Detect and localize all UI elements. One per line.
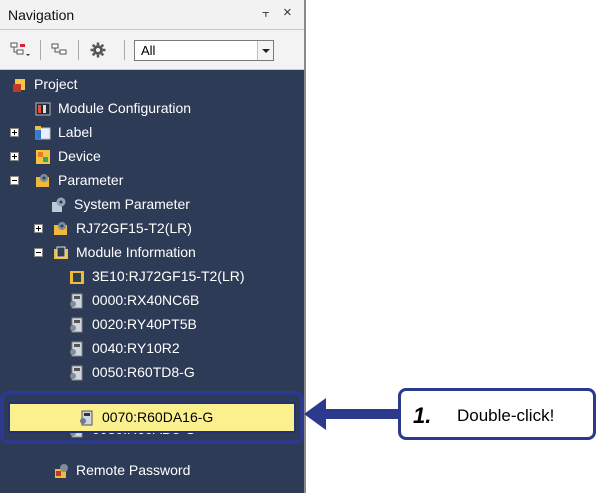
module-icon xyxy=(70,293,83,309)
tree-view-dropdown-icon[interactable] xyxy=(8,40,30,60)
tree-item-module-selected[interactable]: 0070:R60DA16-G xyxy=(8,402,296,433)
expand-icon[interactable] xyxy=(34,224,43,233)
arrow-shaft xyxy=(318,409,398,419)
module-information-icon xyxy=(54,246,68,259)
navigation-toolbar: All xyxy=(0,30,304,70)
filter-dropdown[interactable]: All xyxy=(134,40,274,61)
pin-icon[interactable]: ⫟ xyxy=(262,5,270,21)
device-icon xyxy=(36,150,50,164)
close-icon[interactable]: × xyxy=(283,4,292,21)
filter-value: All xyxy=(141,43,156,58)
module-configuration-icon xyxy=(35,102,51,116)
navigation-panel: Navigation ⫟ × All Project Module Config… xyxy=(0,0,306,493)
station-icon xyxy=(54,222,67,235)
chevron-down-icon[interactable] xyxy=(257,41,273,60)
panel-title: Navigation xyxy=(8,7,75,23)
step-number: 1. xyxy=(413,403,432,428)
parameter-icon xyxy=(36,174,49,187)
selected-item-label: 0070:R60DA16-G xyxy=(102,409,214,425)
gear-icon[interactable] xyxy=(86,40,108,60)
collapse-icon[interactable] xyxy=(10,176,19,185)
label-icon xyxy=(35,126,51,140)
module-icon xyxy=(70,317,83,333)
expand-icon[interactable] xyxy=(10,152,19,161)
module-icon xyxy=(70,365,83,381)
remote-password-icon xyxy=(55,464,68,478)
collapse-tree-icon[interactable] xyxy=(48,40,70,60)
module-icon xyxy=(70,341,83,357)
module-icon xyxy=(70,271,84,284)
instruction-callout: 1. Double-click! xyxy=(398,388,596,440)
project-icon xyxy=(13,79,25,92)
expand-icon[interactable] xyxy=(10,128,19,137)
module-icon xyxy=(80,410,93,426)
step-text: Double-click! xyxy=(457,406,555,425)
system-parameter-icon xyxy=(52,197,66,212)
navigation-titlebar: Navigation ⫟ × xyxy=(0,0,304,30)
collapse-icon[interactable] xyxy=(34,248,43,257)
